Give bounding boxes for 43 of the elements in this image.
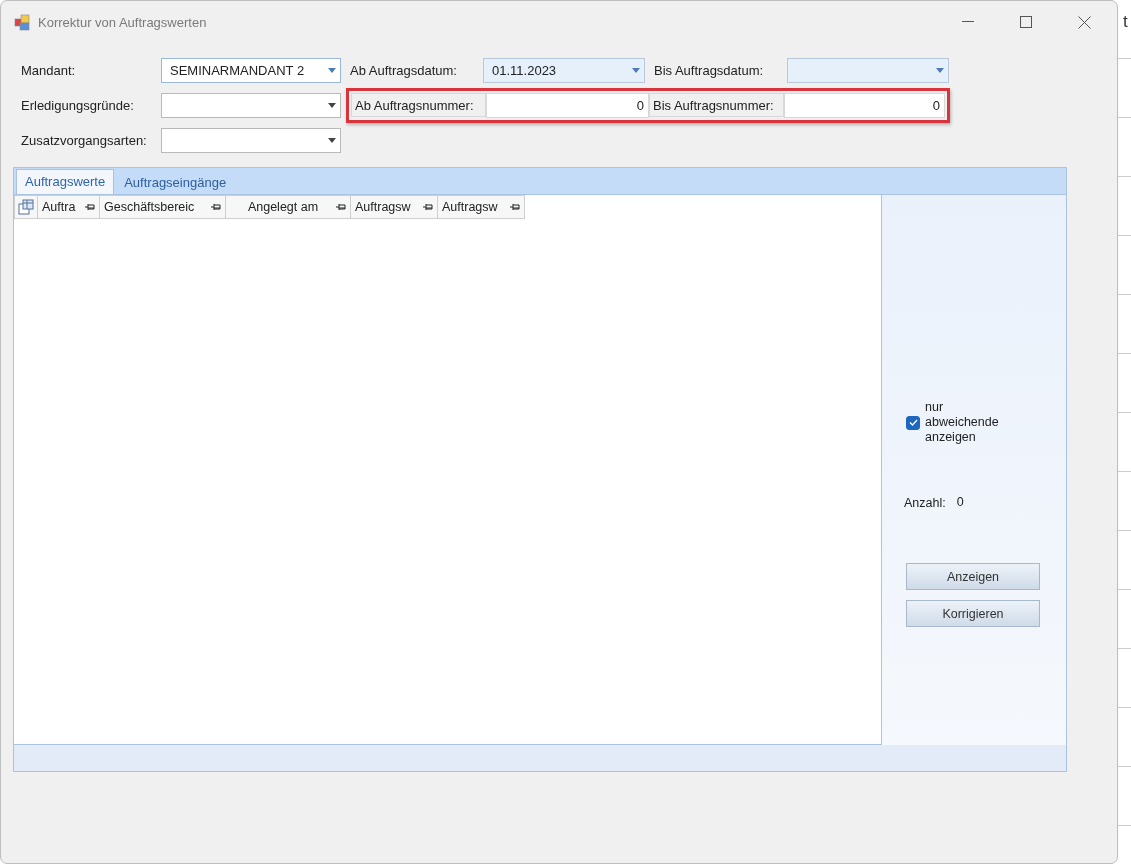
dropdown-arrow-icon <box>328 137 336 143</box>
dropdown-field[interactable] <box>161 127 341 153</box>
pin-icon[interactable] <box>336 203 346 211</box>
background-window-text: t <box>1123 12 1129 32</box>
dropdown-field[interactable]: SEMINARMANDANT 2 <box>161 57 341 83</box>
maximize-icon <box>1020 16 1032 28</box>
field-label: Ab Auftragsnummer: <box>351 93 486 117</box>
pin-icon[interactable] <box>423 203 433 211</box>
number-input-field[interactable]: 0 <box>784 92 945 118</box>
window-title: Korrektur von Auftragswerten <box>38 14 208 30</box>
tab[interactable]: Auftragseingänge <box>116 172 235 194</box>
column-chooser-button[interactable] <box>14 195 38 219</box>
table-icon <box>18 199 34 215</box>
column-header[interactable]: Auftragsw <box>438 195 525 219</box>
dropdown-arrow-icon <box>328 67 336 73</box>
number-input-field[interactable]: 0 <box>486 92 649 118</box>
pin-icon[interactable] <box>510 203 520 211</box>
field-label: Bis Auftragsdatum: <box>654 62 765 78</box>
field-label: Bis Auftragsnummer: <box>649 93 784 117</box>
action-button[interactable]: Korrigieren <box>906 600 1040 627</box>
pin-icon[interactable] <box>211 203 221 211</box>
dropdown-field[interactable] <box>161 92 341 118</box>
checkbox[interactable] <box>906 415 920 430</box>
field-label: Zusatzvorgangsarten: <box>21 132 148 148</box>
app-icon <box>14 13 32 31</box>
dropdown-arrow-icon <box>328 102 336 108</box>
field-label: Ab Auftragsdatum: <box>350 62 458 78</box>
dropdown-arrow-icon <box>632 67 640 73</box>
minimize-icon <box>962 21 974 23</box>
date-picker-field[interactable]: 01.11.2023 <box>483 57 645 83</box>
column-header[interactable]: Angelegt am <box>226 195 351 219</box>
pin-icon[interactable] <box>85 203 95 211</box>
action-button[interactable]: Anzeigen <box>906 563 1040 590</box>
column-header[interactable]: Geschäftsbereic <box>100 195 226 219</box>
tab[interactable]: Auftragswerte <box>16 169 115 194</box>
field-label: Erledigungsgründe: <box>21 97 135 113</box>
dropdown-arrow-icon <box>936 67 944 73</box>
field-label: Mandant: <box>21 62 77 78</box>
date-picker-field[interactable] <box>787 57 949 83</box>
close-icon <box>1077 15 1091 29</box>
column-header[interactable]: Auftragsw <box>351 195 438 219</box>
column-header[interactable]: Auftra <box>38 195 100 219</box>
count-label: Anzahl: <box>904 496 946 510</box>
